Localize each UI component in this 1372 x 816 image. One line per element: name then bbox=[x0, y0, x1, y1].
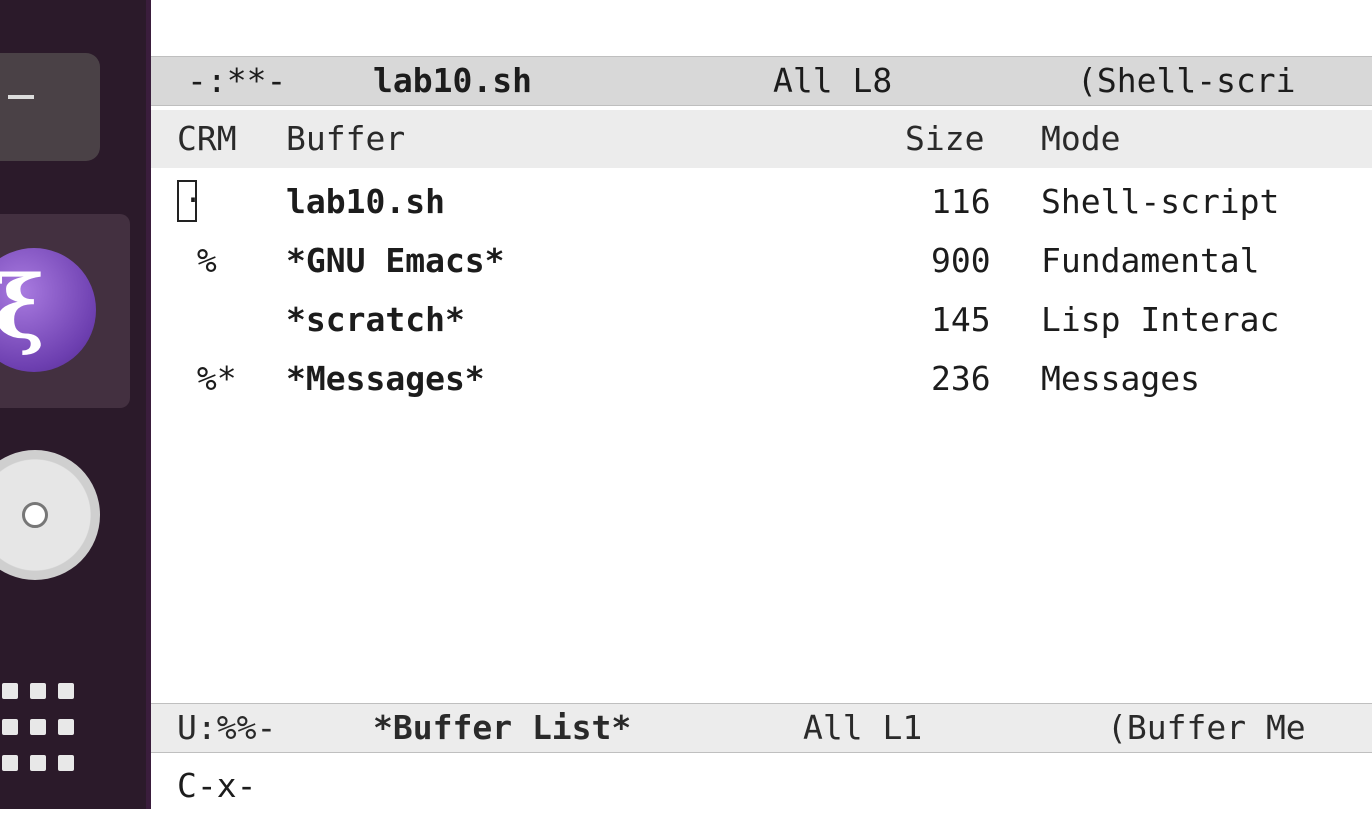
top-buffer-area bbox=[151, 0, 1372, 55]
buffer-mode: Messages bbox=[1041, 359, 1200, 398]
buffer-mode: Shell-script bbox=[1041, 182, 1280, 221]
buffer-row[interactable]: *scratch* 145 Lisp Interac bbox=[151, 290, 1372, 349]
buffer-row[interactable]: . lab10.sh 116 Shell-script bbox=[151, 172, 1372, 231]
mode-line-buffer-name[interactable]: lab10.sh bbox=[373, 57, 532, 105]
terminal-launcher[interactable] bbox=[0, 53, 100, 161]
buffer-size: 116 bbox=[931, 182, 991, 221]
disc-icon[interactable] bbox=[0, 450, 100, 580]
buffer-size: 145 bbox=[931, 300, 991, 339]
buffer-size: 236 bbox=[931, 359, 991, 398]
mode-line-major-mode[interactable]: (Shell-scri bbox=[1077, 57, 1296, 105]
buffer-list-header: CRM Buffer Size Mode bbox=[151, 110, 1372, 168]
column-buffer[interactable]: Buffer bbox=[286, 110, 405, 168]
mode-line-status: U:%%- bbox=[177, 708, 277, 747]
buffer-mode: Lisp Interac bbox=[1041, 300, 1280, 339]
mode-line-buffer-name[interactable]: *Buffer List* bbox=[373, 704, 631, 752]
apps-grid-icon[interactable] bbox=[0, 677, 82, 777]
terminal-icon bbox=[8, 95, 34, 99]
top-mode-line[interactable]: -:**- lab10.sh All L8 (Shell-scri bbox=[151, 56, 1372, 106]
mode-line-major-mode[interactable]: (Buffer Me bbox=[1107, 704, 1306, 752]
buffer-name[interactable]: *scratch* bbox=[286, 290, 465, 349]
buffer-name[interactable]: *Messages* bbox=[286, 349, 485, 408]
mode-line-status: -:**- bbox=[187, 61, 287, 100]
mode-line-position: All L8 bbox=[773, 61, 893, 100]
buffer-flags: % bbox=[177, 241, 217, 280]
bottom-mode-line[interactable]: U:%%- *Buffer List* All L1 (Buffer Me bbox=[151, 703, 1372, 753]
buffer-flags: %* bbox=[177, 359, 237, 398]
buffer-size: 900 bbox=[931, 241, 991, 280]
buffer-name[interactable]: lab10.sh bbox=[286, 172, 445, 231]
emacs-frame: -:**- lab10.sh All L8 (Shell-scri CRM Bu… bbox=[151, 0, 1372, 809]
mode-line-position: All L1 bbox=[803, 708, 923, 747]
buffer-list: . lab10.sh 116 Shell-script % *GNU Emacs… bbox=[151, 172, 1372, 408]
column-size[interactable]: Size bbox=[905, 110, 984, 168]
buffer-name[interactable]: *GNU Emacs* bbox=[286, 231, 505, 290]
buffer-row[interactable]: %* *Messages* 236 Messages bbox=[151, 349, 1372, 408]
column-crm[interactable]: CRM bbox=[177, 110, 237, 168]
column-mode[interactable]: Mode bbox=[1041, 110, 1120, 168]
buffer-mode: Fundamental bbox=[1041, 241, 1260, 280]
point-cursor: . bbox=[177, 175, 202, 222]
echo-area[interactable]: C-x- bbox=[151, 756, 1372, 809]
dock: ξ bbox=[0, 0, 151, 809]
buffer-row[interactable]: % *GNU Emacs* 900 Fundamental bbox=[151, 231, 1372, 290]
